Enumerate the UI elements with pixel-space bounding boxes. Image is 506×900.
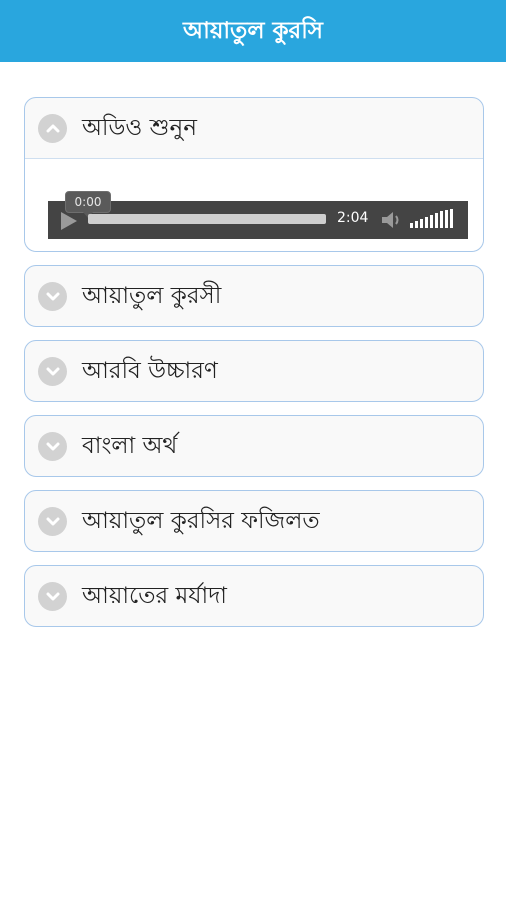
volume-slider[interactable]: [410, 208, 460, 232]
accordion-label: আয়াতের মর্যাদা: [82, 582, 227, 609]
accordion-bangla-meaning[interactable]: বাংলা অর্থ: [24, 415, 484, 477]
accordion-header[interactable]: আয়াতুল কুরসী: [25, 266, 483, 326]
audio-panel: 0:00 2:04: [25, 158, 483, 251]
accordion-label: আরবি উচ্চারণ: [82, 357, 218, 384]
page-title: আয়াতুল কুরসি: [183, 17, 323, 44]
accordion-header[interactable]: আয়াতের মর্যাদা: [25, 566, 483, 626]
chevron-down-icon: [38, 281, 67, 311]
chevron-up-icon: [38, 113, 67, 143]
chevron-down-icon: [38, 581, 67, 611]
accordion-virtues[interactable]: আয়াতুল কুরসির ফজিলত: [24, 490, 484, 552]
accordion-dignity[interactable]: আয়াতের মর্যাদা: [24, 565, 484, 627]
volume-icon[interactable]: [380, 209, 404, 235]
accordion-arabic-pronunciation[interactable]: আরবি উচ্চারণ: [24, 340, 484, 402]
accordion-audio: অডিও শুনুন 0:00 2:04: [24, 97, 484, 252]
accordion-ayatul-kursi[interactable]: আয়াতুল কুরসী: [24, 265, 484, 327]
chevron-down-icon: [38, 356, 67, 386]
current-time: 0:00: [65, 191, 111, 218]
accordion-header[interactable]: বাংলা অর্থ: [25, 416, 483, 476]
play-button[interactable]: [58, 210, 80, 236]
accordion-header[interactable]: আরবি উচ্চারণ: [25, 341, 483, 401]
accordion-label: অডিও শুনুন: [82, 114, 197, 141]
duration-label: 2:04: [337, 210, 369, 226]
chevron-down-icon: [38, 431, 67, 461]
accordion-header-audio[interactable]: অডিও শুনুন: [25, 98, 483, 158]
accordion-header[interactable]: আয়াতুল কুরসির ফজিলত: [25, 491, 483, 551]
app-header: আয়াতুল কুরসি: [0, 0, 506, 62]
audio-player: 0:00 2:04: [48, 191, 468, 239]
seek-bar[interactable]: [88, 214, 326, 224]
accordion-label: আয়াতুল কুরসী: [82, 282, 222, 309]
chevron-down-icon: [38, 506, 67, 536]
accordion-label: বাংলা অর্থ: [82, 432, 178, 459]
accordion-label: আয়াতুল কুরসির ফজিলত: [82, 507, 320, 534]
